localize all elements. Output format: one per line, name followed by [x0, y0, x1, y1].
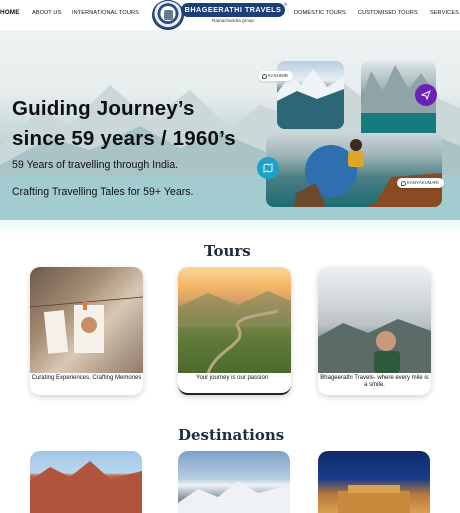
tour-card-2-image	[178, 267, 291, 374]
tour-card-2[interactable]: Your journey is our passion	[178, 267, 291, 395]
nav-about-link[interactable]: ABOUT US	[32, 10, 61, 16]
traveler-boat-photo	[266, 133, 442, 207]
map-icon[interactable]	[257, 157, 279, 179]
tour-card-1[interactable]: Curating Experiences, Crafting Memories	[30, 267, 143, 395]
destination-card-2[interactable]	[178, 451, 290, 513]
send-icon[interactable]	[415, 84, 437, 106]
destination-card-1[interactable]	[30, 451, 142, 513]
tour-card-3-caption: Bhageerathi Travels- where every mile is…	[320, 375, 429, 388]
nav-customised-link[interactable]: CUSTOMISED TOURS	[358, 10, 418, 16]
main-nav: HOME ABOUT US INTERNATIONAL TOURS DOMEST…	[0, 0, 460, 28]
hero-subtitle-2: Crafting Travelling Tales for 59+ Years.	[12, 186, 194, 198]
hero-title: Guiding Journey’s since 59 years / 1960’…	[12, 94, 236, 154]
kashmir-location-tag[interactable]: KASHMIR	[258, 71, 294, 81]
hero-title-line1: Guiding Journey’s	[12, 97, 195, 120]
tour-card-1-caption: Curating Experiences, Crafting Memories	[31, 375, 142, 381]
hero-subtitle-1: 59 Years of travelling through India.	[12, 159, 179, 171]
tours-heading: Tours	[204, 242, 251, 260]
tour-card-1-image	[30, 267, 143, 373]
nav-services-link[interactable]: SERVICES	[430, 10, 459, 16]
nav-domestic-link[interactable]: DOMESTIC TOURS	[294, 10, 346, 16]
tour-card-3[interactable]: Bhageerathi Travels- where every mile is…	[318, 267, 431, 395]
destinations-heading: Destinations	[178, 426, 285, 444]
hero-title-line2: since 59 years / 1960’s	[12, 127, 236, 150]
nav-international-link[interactable]: INTERNATIONAL TOURS	[72, 10, 139, 16]
kanyakumari-location-tag[interactable]: KANYAKUMARI	[397, 178, 444, 188]
tour-card-3-image	[318, 267, 431, 373]
tour-card-2-caption: Your journey is our passion	[196, 375, 269, 381]
destination-card-3[interactable]	[318, 451, 430, 513]
hero-collage: KASHMIR KANYAKUMARI	[257, 61, 448, 207]
nav-home-link[interactable]: HOME	[0, 9, 20, 16]
